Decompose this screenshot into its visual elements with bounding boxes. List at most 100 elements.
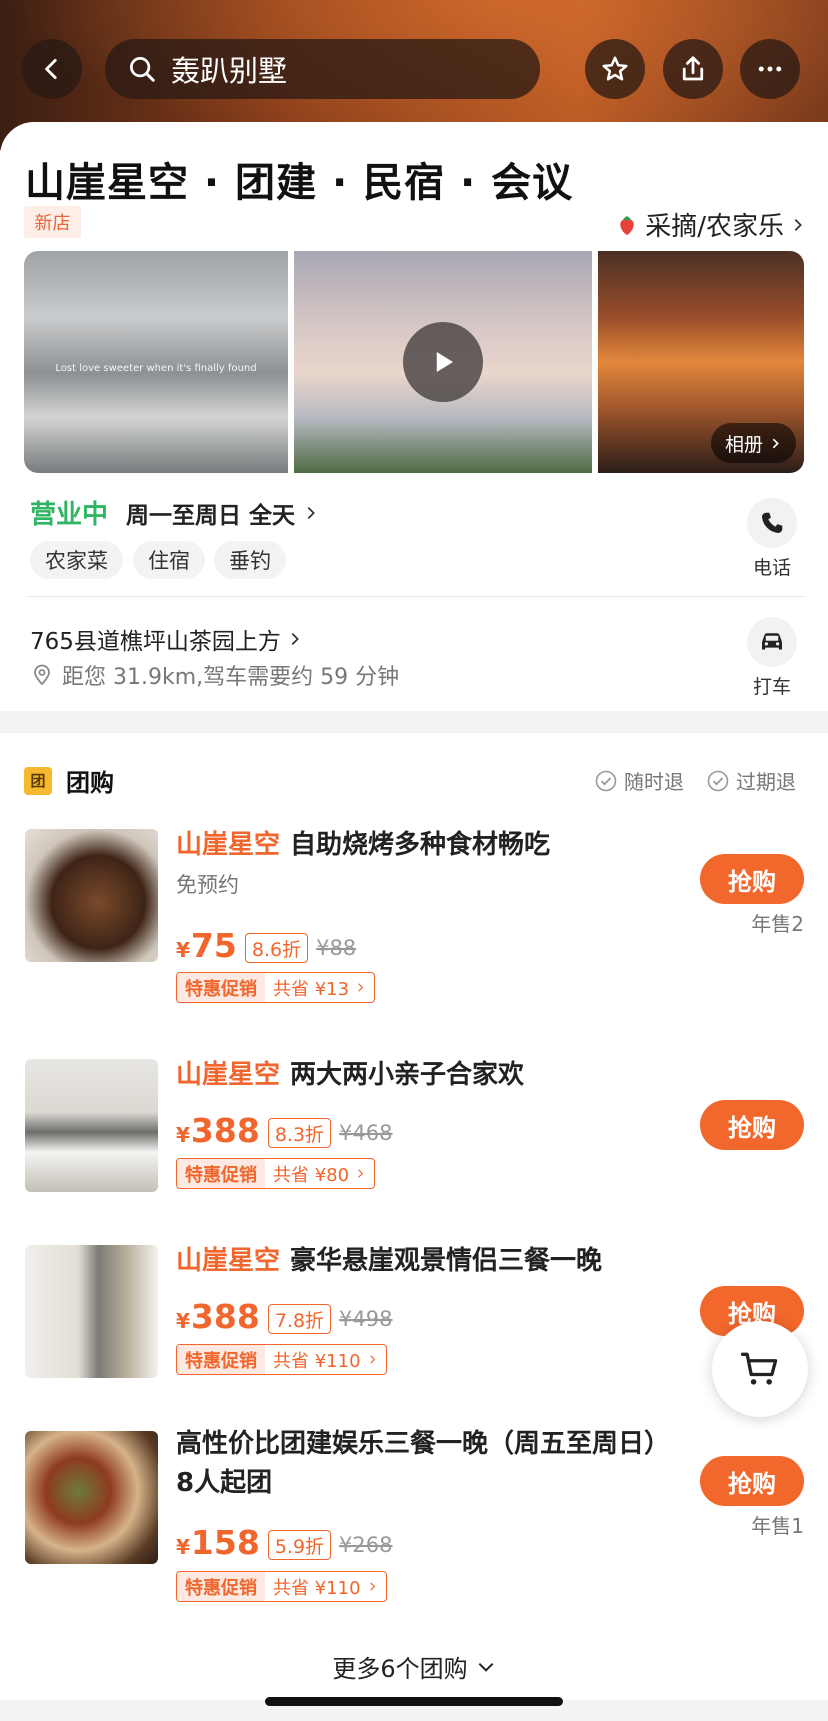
discount-badge: 8.6折 — [244, 933, 309, 963]
location-pin-icon — [34, 664, 50, 686]
phone-icon — [762, 512, 783, 533]
chevron-right-icon — [369, 1355, 375, 1364]
discount-badge: 7.8折 — [267, 1304, 332, 1334]
address-link[interactable]: 765县道樵坪山茶园上方 — [30, 622, 303, 656]
shop-title: 山崖星空 · 团建 · 民宿 · 会议 — [25, 160, 574, 206]
taxi-label: 打车 — [752, 676, 791, 698]
group-buy-header: 团 团购 — [24, 763, 114, 798]
buy-button[interactable]: 抢购 — [700, 1100, 804, 1150]
taxi-icon-circle — [747, 617, 797, 667]
star-icon — [602, 56, 628, 81]
deal-image-room[interactable] — [25, 1059, 158, 1192]
promo-tag[interactable]: 特惠促销 共省 ¥110 — [176, 1344, 387, 1375]
phone-label: 电话 — [752, 557, 791, 579]
original-price: ¥498 — [339, 1307, 393, 1331]
shop-photo-3[interactable]: 相册 — [598, 251, 804, 473]
group-buy-badge-icon: 团 — [24, 766, 52, 795]
price-row: ¥388 8.3折 ¥468 — [176, 1113, 392, 1153]
promo-savings: 共省 ¥80 — [265, 1161, 374, 1187]
deal-price: ¥75 — [176, 926, 237, 965]
chevron-right-icon — [794, 218, 802, 231]
shop-photo-1[interactable]: Lost love sweeter when it's finally foun… — [24, 251, 288, 473]
open-status: 营业中 — [30, 500, 109, 530]
search-query[interactable]: 轰趴别墅 — [171, 48, 287, 90]
more-deals-button[interactable]: 更多6个团购 — [0, 1649, 828, 1684]
feature-chip: 住宿 — [133, 541, 205, 579]
business-hours[interactable]: 周一至周日 全天 — [126, 496, 319, 530]
promo-tag[interactable]: 特惠促销 共省 ¥13 — [176, 972, 376, 1003]
deal-subtitle: 免预约 — [176, 873, 239, 897]
deal-title[interactable]: 山崖星空 豪华悬崖观景情侣三餐一晚 — [176, 1242, 666, 1281]
category-label: 采摘/农家乐 — [645, 212, 784, 242]
phone-button[interactable]: 电话 — [742, 498, 802, 580]
more-icon — [758, 66, 782, 72]
more-button[interactable] — [740, 39, 800, 99]
home-indicator[interactable] — [265, 1697, 563, 1706]
deal-title[interactable]: 山崖星空 自助烧烤多种食材畅吃 — [176, 826, 666, 865]
share-icon — [682, 56, 704, 81]
category-link[interactable]: 采摘/农家乐 — [615, 206, 806, 243]
more-deals-label: 更多6个团购 — [332, 1655, 468, 1683]
chevron-right-icon — [369, 1582, 375, 1591]
price-row: ¥158 5.9折 ¥268 — [176, 1525, 392, 1565]
chevron-right-icon — [307, 507, 315, 519]
deal-name: 豪华悬崖观景情侣三餐一晚 — [290, 1246, 603, 1276]
share-button[interactable] — [663, 39, 723, 99]
annual-sales: 年售2 — [751, 912, 804, 936]
deal-title[interactable]: 高性价比团建娱乐三餐一晚（周五至周日）8人起团 — [176, 1425, 666, 1503]
promo-tag[interactable]: 特惠促销 共省 ¥110 — [176, 1571, 387, 1602]
check-circle-icon — [595, 770, 617, 791]
feature-chip: 农家菜 — [30, 541, 123, 579]
feature-chip: 垂钓 — [214, 541, 286, 579]
cart-button[interactable] — [712, 1321, 808, 1417]
original-price: ¥468 — [339, 1121, 393, 1145]
deal-name: 两大两小亲子合家欢 — [290, 1060, 525, 1090]
group-buy-title: 团购 — [66, 769, 114, 797]
favorite-button[interactable] — [585, 39, 645, 99]
shop-video[interactable] — [294, 251, 592, 473]
policy-label: 过期退 — [736, 770, 796, 794]
deal-image-bbq[interactable] — [25, 829, 158, 962]
taxi-button[interactable]: 打车 — [742, 617, 802, 699]
strawberry-icon — [620, 215, 634, 235]
album-button[interactable]: 相册 — [710, 423, 796, 463]
deal-price: ¥388 — [176, 1297, 260, 1336]
deal-brand: 山崖星空 — [176, 1060, 281, 1090]
deal-image-suite[interactable] — [25, 1245, 158, 1378]
promo-savings: 共省 ¥110 — [265, 1574, 386, 1600]
play-icon — [436, 352, 453, 372]
distance-info: 距您 31.9km,驾车需要约 59 分钟 — [30, 659, 399, 691]
discount-badge: 5.9折 — [267, 1530, 332, 1560]
deal-name: 自助烧烤多种食材畅吃 — [290, 830, 551, 860]
chevron-right-icon — [358, 1169, 364, 1178]
discount-badge: 8.3折 — [267, 1118, 332, 1148]
policy-refund-expired: 过期退 — [706, 766, 796, 795]
promo-tag[interactable]: 特惠促销 共省 ¥80 — [176, 1158, 376, 1189]
hours-label: 周一至周日 全天 — [126, 503, 296, 529]
deal-image-food[interactable] — [25, 1431, 158, 1564]
search-bar[interactable]: 轰趴别墅 — [105, 39, 540, 99]
chevron-down-icon — [478, 1662, 494, 1672]
deal-brand: 山崖星空 — [176, 830, 281, 860]
promo-label: 特惠促销 — [177, 973, 265, 1002]
deal-price: ¥388 — [176, 1111, 260, 1150]
promo-label: 特惠促销 — [177, 1159, 265, 1188]
play-button[interactable] — [403, 322, 483, 402]
back-icon — [45, 58, 57, 80]
chevron-right-icon — [772, 438, 779, 448]
distance-text: 距您 31.9km,驾车需要约 59 分钟 — [62, 665, 400, 690]
address-text: 765县道樵坪山茶园上方 — [30, 629, 281, 655]
buy-button[interactable]: 抢购 — [700, 854, 804, 904]
deal-name: 高性价比团建娱乐三餐一晚（周五至周日）8人起团 — [176, 1429, 658, 1498]
chevron-right-icon — [291, 633, 299, 645]
back-button[interactable] — [22, 39, 82, 99]
deal-brand: 山崖星空 — [176, 1246, 281, 1276]
phone-icon-circle — [747, 498, 797, 548]
divider — [28, 596, 804, 597]
new-shop-tag: 新店 — [24, 206, 81, 238]
chevron-right-icon — [358, 983, 364, 992]
buy-button[interactable]: 抢购 — [700, 1456, 804, 1506]
deal-title[interactable]: 山崖星空 两大两小亲子合家欢 — [176, 1056, 666, 1095]
promo-label: 特惠促销 — [177, 1572, 265, 1601]
section-separator — [0, 711, 828, 733]
